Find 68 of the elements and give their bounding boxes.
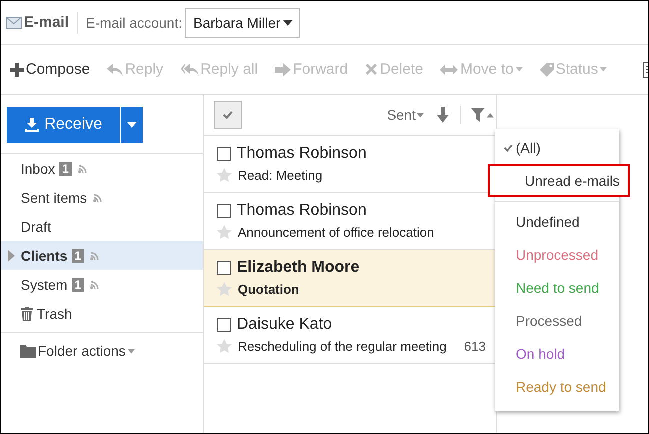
toolbar-button[interactable]: Compose: [10, 61, 100, 78]
trash-icon: [21, 306, 33, 320]
caret-icon: [127, 122, 137, 128]
message-subject: Announcement of office relocation: [238, 225, 434, 240]
caret-icon: [282, 20, 293, 26]
feed-icon: [93, 192, 104, 202]
unread-count: 1: [72, 248, 84, 262]
envelope-icon: [6, 16, 22, 28]
unread-count: 1: [59, 162, 72, 176]
double-arrow-icon: [440, 64, 458, 76]
app-title: E-mail: [24, 14, 70, 31]
checkmark-icon: [223, 111, 233, 119]
sender-name: Thomas Robinson: [237, 202, 367, 220]
star-icon[interactable]: [217, 282, 232, 297]
account-label: E-mail account:: [86, 14, 182, 30]
checkmark-icon: [504, 144, 513, 152]
sort-dropdown[interactable]: Sent: [387, 107, 424, 123]
filter-option[interactable]: (All): [495, 131, 619, 164]
download-icon: [24, 118, 39, 132]
tag-icon: [540, 62, 554, 76]
receive-button[interactable]: Receive: [7, 107, 143, 143]
account-dropdown[interactable]: Barbara Miller: [184, 8, 300, 38]
status-option[interactable]: On hold: [495, 337, 619, 370]
feed-icon: [90, 280, 100, 290]
caret-up-icon: [487, 112, 494, 118]
status-option[interactable]: Processed: [495, 304, 619, 337]
star-icon[interactable]: [217, 339, 232, 354]
message-checkbox[interactable]: [217, 261, 231, 275]
caret-icon: [516, 67, 523, 72]
unread-count: 1: [72, 278, 84, 292]
x-icon: [365, 63, 378, 76]
folder-item[interactable]: Clients 1: [1, 241, 203, 270]
filter-button[interactable]: [471, 108, 494, 122]
folder-item[interactable]: Trash: [1, 299, 203, 328]
folder-item[interactable]: System 1: [1, 270, 203, 299]
folder-item[interactable]: Inbox 1: [1, 154, 203, 183]
caret-icon: [128, 348, 135, 354]
sender-name: Thomas Robinson: [237, 145, 367, 163]
select-all-button[interactable]: [214, 101, 242, 129]
message-checkbox[interactable]: [217, 147, 231, 161]
folder-item[interactable]: Draft: [1, 212, 203, 241]
message-checkbox[interactable]: [217, 318, 231, 332]
status-option[interactable]: Undefined: [495, 205, 619, 238]
sender-name: Elizabeth Moore: [237, 259, 360, 277]
message-row[interactable]: Elizabeth Moore Quotation: [204, 250, 496, 307]
star-icon[interactable]: [217, 168, 232, 183]
message-checkbox[interactable]: [217, 204, 231, 218]
message-size: 613: [464, 339, 487, 354]
arrow-down-icon[interactable]: [436, 107, 450, 123]
reply-icon: [107, 62, 124, 76]
folder-item[interactable]: Sent items: [1, 183, 203, 212]
filter-option[interactable]: Unread e-mails: [488, 164, 630, 197]
reply-all-icon: [180, 62, 199, 76]
plus-icon: [10, 62, 24, 76]
expand-arrow-icon[interactable]: [8, 250, 15, 262]
arrow-right-icon: [275, 62, 292, 76]
star-icon[interactable]: [217, 225, 232, 240]
message-subject: Quotation: [238, 282, 300, 297]
message-subject: Rescheduling of the regular meeting: [238, 339, 447, 354]
folder-actions-menu[interactable]: Folder actions: [1, 333, 203, 359]
feed-icon: [78, 164, 88, 174]
filter-icon: [471, 108, 485, 122]
folder-icon: [20, 344, 36, 358]
message-subject: Read: Meeting: [238, 168, 323, 183]
caret-icon: [600, 67, 608, 72]
sender-name: Daisuke Kato: [237, 316, 332, 334]
caret-icon: [417, 112, 424, 118]
feed-icon: [90, 250, 100, 260]
